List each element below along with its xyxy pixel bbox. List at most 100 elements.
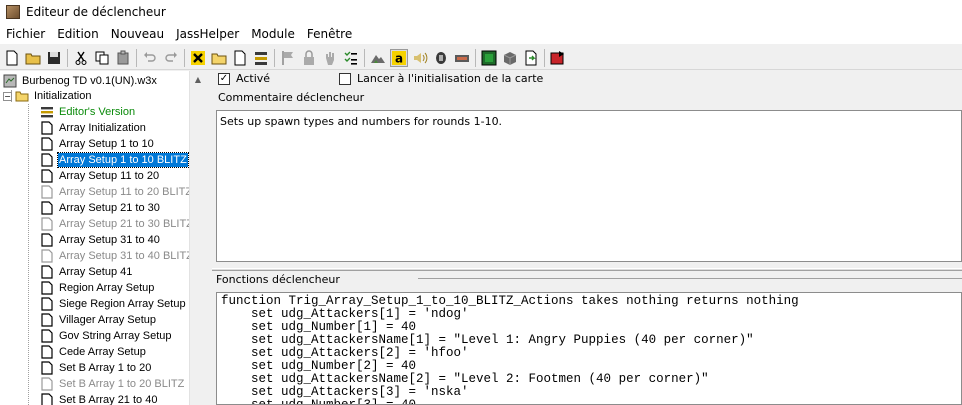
tree-item-trigger[interactable]: Set B Array 1 to 20 BLITZ	[40, 376, 185, 392]
functions-label: Fonctions déclencheur	[216, 273, 340, 286]
toolbar-separator	[67, 48, 68, 67]
new-trigger-icon[interactable]	[231, 49, 249, 67]
copy-icon[interactable]	[93, 49, 111, 67]
tree-item-trigger[interactable]: Region Array Setup	[40, 280, 155, 296]
tree-item-trigger[interactable]: Editor's Version	[40, 104, 136, 120]
tree-item-trigger[interactable]: Array Setup 1 to 10 BLITZ	[40, 152, 189, 168]
trigger-icon	[41, 137, 53, 151]
tree-item-label: Cede Array Setup	[59, 346, 146, 358]
trigger-icon	[41, 313, 53, 327]
svg-text:a: a	[395, 51, 403, 65]
title-bar: Editeur de déclencheur	[0, 0, 962, 24]
new-category-icon[interactable]	[210, 49, 228, 67]
sound-icon[interactable]	[411, 49, 429, 67]
tree-item-trigger[interactable]: Array Setup 21 to 30	[40, 200, 161, 216]
menu-module[interactable]: Module	[245, 27, 301, 41]
test-map-icon[interactable]	[549, 49, 567, 67]
terrain-icon[interactable]	[369, 49, 387, 67]
tree-item-label: Array Setup 21 to 30 BLITZ	[59, 218, 193, 230]
paste-icon[interactable]	[114, 49, 132, 67]
object-icon[interactable]	[501, 49, 519, 67]
trigger-icon	[41, 153, 53, 167]
tree-item-trigger[interactable]: Array Setup 21 to 30 BLITZ	[40, 216, 194, 232]
toolbar-separator	[136, 48, 137, 67]
trigger-icon	[41, 233, 53, 247]
item-icon[interactable]	[453, 49, 471, 67]
tree-item-trigger[interactable]: Array Setup 31 to 40 BLITZ	[40, 248, 194, 264]
tree-category-initialization[interactable]: − Initialization	[3, 88, 92, 104]
tree-item-trigger[interactable]: Array Setup 41	[40, 264, 133, 280]
tree-item-label: Initialization	[34, 90, 92, 102]
tree-item-trigger[interactable]: Set B Array 21 to 40	[40, 392, 158, 405]
tree-item-trigger[interactable]: Array Setup 1 to 10	[40, 136, 155, 152]
toolbar-separator	[184, 48, 185, 67]
undo-icon[interactable]	[141, 49, 159, 67]
comment-textarea[interactable]: Sets up spawn types and numbers for roun…	[216, 110, 962, 262]
list-check-icon[interactable]	[342, 49, 360, 67]
trigger-icon	[41, 297, 53, 311]
ability-icon[interactable]: a	[390, 48, 408, 67]
tree-item-label: Gov String Array Setup	[59, 330, 172, 342]
lock-icon[interactable]	[300, 49, 318, 67]
tree-item-trigger[interactable]: Set B Array 1 to 20	[40, 360, 152, 376]
tree-item-label: Editor's Version	[59, 106, 136, 118]
map-icon[interactable]	[480, 49, 498, 67]
tree-item-trigger[interactable]: Gov String Array Setup	[40, 328, 173, 344]
trigger-icon	[41, 185, 53, 199]
map-file-icon	[3, 74, 17, 88]
menu-fenetre[interactable]: Fenêtre	[301, 27, 358, 41]
menu-jasshelper[interactable]: JassHelper	[170, 27, 245, 41]
toolbar-separator	[544, 48, 545, 67]
import-icon[interactable]	[522, 49, 540, 67]
new-file-icon[interactable]	[3, 49, 21, 67]
enabled-label: Activé	[236, 72, 271, 85]
tree-item-label: Siege Region Array Setup	[59, 298, 186, 310]
tree-guide-line	[28, 104, 29, 405]
tree-item-label: Array Setup 31 to 40	[59, 234, 160, 246]
tree-item-trigger[interactable]: Array Setup 31 to 40	[40, 232, 161, 248]
tree-scrollbar[interactable]: ▲	[189, 71, 206, 405]
tree-root-map[interactable]: Burbenog TD v0.1(UN).w3x	[3, 73, 158, 89]
init-option[interactable]: Lancer à l'initialisation de la carte	[339, 72, 543, 85]
save-icon[interactable]	[45, 49, 63, 67]
cut-icon[interactable]	[72, 49, 90, 67]
trigger-icon	[41, 281, 53, 295]
toolbar-separator	[475, 48, 476, 67]
tree-item-label: Set B Array 21 to 40	[59, 394, 158, 405]
delete-x-icon[interactable]	[189, 49, 207, 67]
flag-icon[interactable]	[279, 49, 297, 67]
tree-item-trigger[interactable]: Siege Region Array Setup	[40, 296, 187, 312]
tree-item-trigger[interactable]: Array Setup 11 to 20	[40, 168, 160, 184]
tree-item-label: Set B Array 1 to 20 BLITZ	[59, 378, 185, 390]
enabled-checkbox[interactable]: ✓	[218, 72, 230, 85]
splitter[interactable]	[212, 268, 962, 271]
comment-label: Commentaire déclencheur	[218, 91, 365, 104]
collapse-toggle[interactable]: −	[3, 91, 12, 101]
redo-icon[interactable]	[162, 49, 180, 67]
menu-fichier[interactable]: Fichier	[0, 27, 51, 41]
tree-item-label: Villager Array Setup	[59, 314, 157, 326]
tree-item-trigger[interactable]: Villager Array Setup	[40, 312, 157, 328]
enabled-option[interactable]: ✓ Activé	[218, 72, 270, 85]
functions-header: Fonctions déclencheur	[210, 273, 962, 287]
functions-header-rule	[418, 278, 962, 279]
new-comment-icon[interactable]	[252, 49, 270, 67]
tree-item-trigger[interactable]: Array Setup 11 to 20 BLITZ	[40, 184, 193, 200]
open-folder-icon[interactable]	[24, 49, 42, 67]
code-editor[interactable]: function Trig_Array_Setup_1_to_10_BLITZ_…	[216, 292, 962, 405]
tree-item-trigger[interactable]: Array Initialization	[40, 120, 147, 136]
menu-edition[interactable]: Edition	[51, 27, 105, 41]
tree-item-label: Burbenog TD v0.1(UN).w3x	[22, 75, 157, 87]
trigger-icon	[41, 377, 53, 391]
trigger-tree[interactable]: Burbenog TD v0.1(UN).w3x − Initialization E…	[0, 71, 206, 405]
menu-nouveau[interactable]: Nouveau	[105, 27, 170, 41]
tree-item-label: Array Initialization	[59, 122, 146, 134]
tree-item-trigger[interactable]: Cede Array Setup	[40, 344, 147, 360]
scroll-up-arrow[interactable]: ▲	[190, 71, 206, 87]
trigger-icon	[41, 201, 53, 215]
tree-item-label: Array Setup 1 to 10	[59, 138, 154, 150]
trigger-icon	[41, 169, 53, 183]
hand-icon[interactable]	[321, 49, 339, 67]
init-checkbox[interactable]	[339, 72, 351, 85]
unit-icon[interactable]	[432, 49, 450, 67]
